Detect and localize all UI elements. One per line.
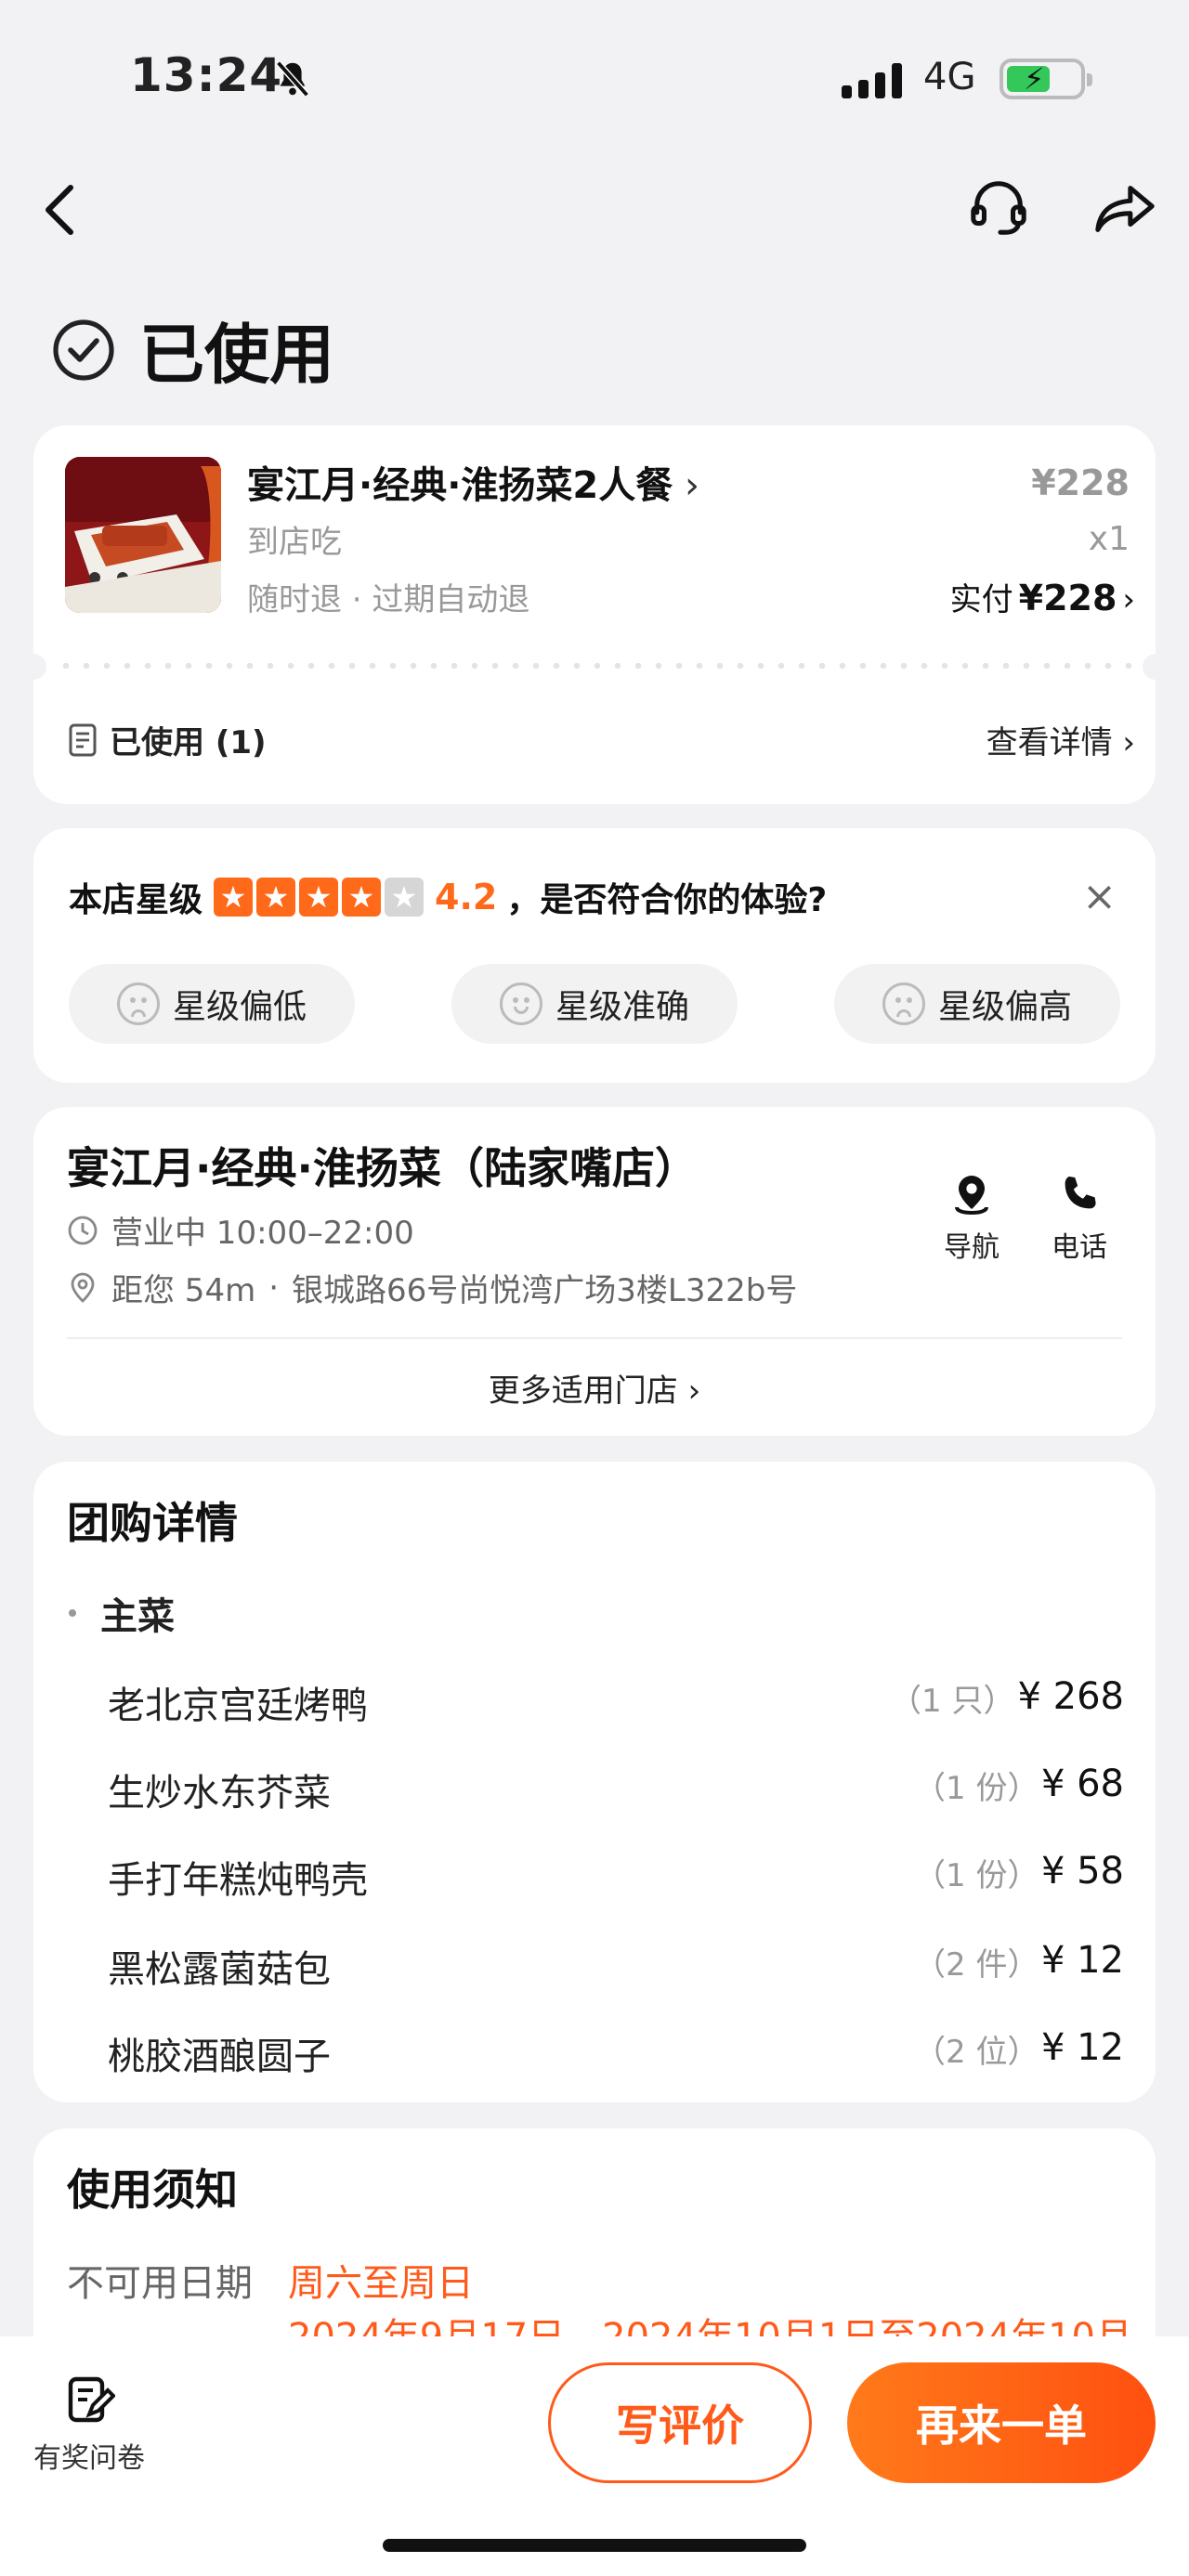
package-item-name: 黑松露菌菇包 — [108, 1948, 331, 1991]
network-type: 4G — [923, 56, 976, 98]
more-stores-link[interactable]: 更多适用门店 › — [0, 1365, 1189, 1411]
navigate-button[interactable]: 导航 — [944, 1172, 1000, 1265]
distance: 距您 54m — [111, 1272, 256, 1309]
unavailable-date-value: 周六至周日 — [288, 2262, 474, 2305]
sad-face-icon — [116, 982, 160, 1025]
check-circle-icon — [53, 319, 114, 381]
package-item-name: 桃胶酒酿圆子 — [108, 2036, 331, 2078]
rating-question: ，是否符合你的体验? — [506, 881, 828, 919]
page-status: 已使用 — [52, 303, 334, 397]
document-icon — [69, 723, 97, 756]
package-item-price: ¥ 268 — [1017, 1675, 1124, 1718]
package-item-qty: （2 位） — [914, 2034, 1039, 2071]
signal-icon — [842, 63, 902, 98]
survey-button[interactable]: 有奖问卷 — [33, 2374, 145, 2476]
order-price: ¥228 — [1031, 462, 1130, 503]
rating-card — [33, 828, 1156, 1083]
survey-label: 有奖问卷 — [33, 2442, 145, 2475]
rating-row: 本店星级 ★ ★ ★ ★ ★ 4.2 ，是否符合你的体验? — [69, 873, 827, 921]
chevron-right-icon: › — [1122, 581, 1135, 618]
back-icon[interactable] — [41, 182, 78, 238]
navigation-icon — [955, 1176, 988, 1216]
call-button[interactable]: 电话 — [1052, 1172, 1107, 1265]
paid-label: 实付 — [949, 581, 1013, 618]
location-pin-icon — [71, 1272, 95, 1303]
star-rating: ★ ★ ★ ★ ★ — [214, 878, 425, 917]
rating-low-button[interactable]: 星级偏低 — [69, 964, 355, 1044]
used-voucher-row[interactable]: 已使用 (1) — [67, 717, 267, 762]
bell-off-icon — [276, 60, 309, 98]
order-type: 到店吃 — [247, 524, 342, 561]
package-item-qty: （1 份） — [914, 1857, 1039, 1894]
page-status-text: 已使用 — [139, 317, 334, 393]
star-icon: ★ — [342, 878, 382, 917]
bullet — [69, 1609, 76, 1617]
close-icon[interactable]: × — [1082, 873, 1117, 920]
star-icon: ★ — [385, 878, 425, 917]
option-label: 星级准确 — [555, 988, 689, 1026]
package-title: 团购详情 — [67, 1498, 238, 1548]
ticket-notch-right — [1143, 654, 1169, 680]
view-details-link[interactable]: 查看详情 › — [986, 717, 1135, 762]
package-item-price: ¥ 12 — [1040, 1939, 1124, 1982]
sad-face-icon — [882, 982, 925, 1025]
ticket-notch-left — [20, 654, 46, 680]
shop-hours: 营业中 10:00–22:00 — [67, 1207, 414, 1253]
write-review-button[interactable]: 写评价 — [548, 2362, 812, 2483]
shop-name[interactable]: 宴江月·经典·淮扬菜（陆家嘴店） — [67, 1135, 698, 1196]
home-indicator[interactable] — [383, 2539, 806, 2552]
divider — [67, 1337, 1122, 1339]
ticket-divider — [56, 663, 1133, 669]
survey-edit-icon — [68, 2376, 115, 2423]
rating-high-button[interactable]: 星级偏高 — [834, 964, 1120, 1044]
rating-label: 本店星级 — [69, 881, 203, 919]
star-icon: ★ — [214, 878, 254, 917]
address: 银城路66号尚悦湾广场3楼L322b号 — [292, 1272, 798, 1309]
option-label: 星级偏高 — [937, 988, 1072, 1026]
notice-title: 使用须知 — [67, 2165, 238, 2215]
package-item-price: ¥ 58 — [1040, 1850, 1124, 1893]
category-row: 主菜 — [69, 1586, 175, 1640]
package-item-qty: （1 只） — [890, 1683, 1015, 1720]
battery-icon: ⚡ — [1000, 59, 1092, 99]
star-icon: ★ — [256, 878, 296, 917]
phone-icon — [1065, 1177, 1096, 1209]
package-item-qty: （2 件） — [914, 1946, 1039, 1984]
order-product-name[interactable]: 宴江月·经典·淮扬菜2人餐 › — [247, 455, 699, 509]
rating-accurate-button[interactable]: 星级准确 — [451, 964, 738, 1044]
reorder-button[interactable]: 再来一单 — [847, 2362, 1156, 2483]
used-count-label: 已使用 (1) — [110, 724, 267, 761]
package-item-price: ¥ 68 — [1040, 1763, 1124, 1805]
package-item-name: 老北京宫廷烤鸭 — [108, 1685, 368, 1727]
package-item-qty: （1 份） — [914, 1770, 1039, 1807]
status-time: 13:24 — [130, 48, 283, 102]
star-icon: ★ — [299, 878, 339, 917]
share-icon[interactable] — [1092, 182, 1157, 234]
package-item-name: 手打年糕炖鸭壳 — [108, 1859, 368, 1902]
shop-address: 距您 54m · 银城路66号尚悦湾广场3楼L322b号 — [67, 1265, 797, 1310]
category-name: 主菜 — [100, 1595, 175, 1638]
clock-icon — [68, 1216, 98, 1244]
package-item-price: ¥ 12 — [1040, 2026, 1124, 2069]
unavailable-date-label: 不可用日期 — [67, 2262, 253, 2305]
paid-amount: ¥228 — [1018, 578, 1117, 618]
dish-thumbnail[interactable] — [65, 457, 221, 613]
paid-amount-link[interactable]: 实付 ¥228 › — [950, 574, 1135, 619]
package-item-name: 生炒水东芥菜 — [108, 1772, 331, 1815]
smile-face-icon — [499, 982, 542, 1025]
rating-score: 4.2 — [435, 877, 498, 917]
order-quantity: x1 — [1088, 520, 1130, 558]
refund-policy: 随时退 · 过期自动退 — [247, 581, 530, 618]
option-label: 星级偏低 — [172, 988, 307, 1026]
customer-service-icon[interactable] — [968, 176, 1029, 238]
